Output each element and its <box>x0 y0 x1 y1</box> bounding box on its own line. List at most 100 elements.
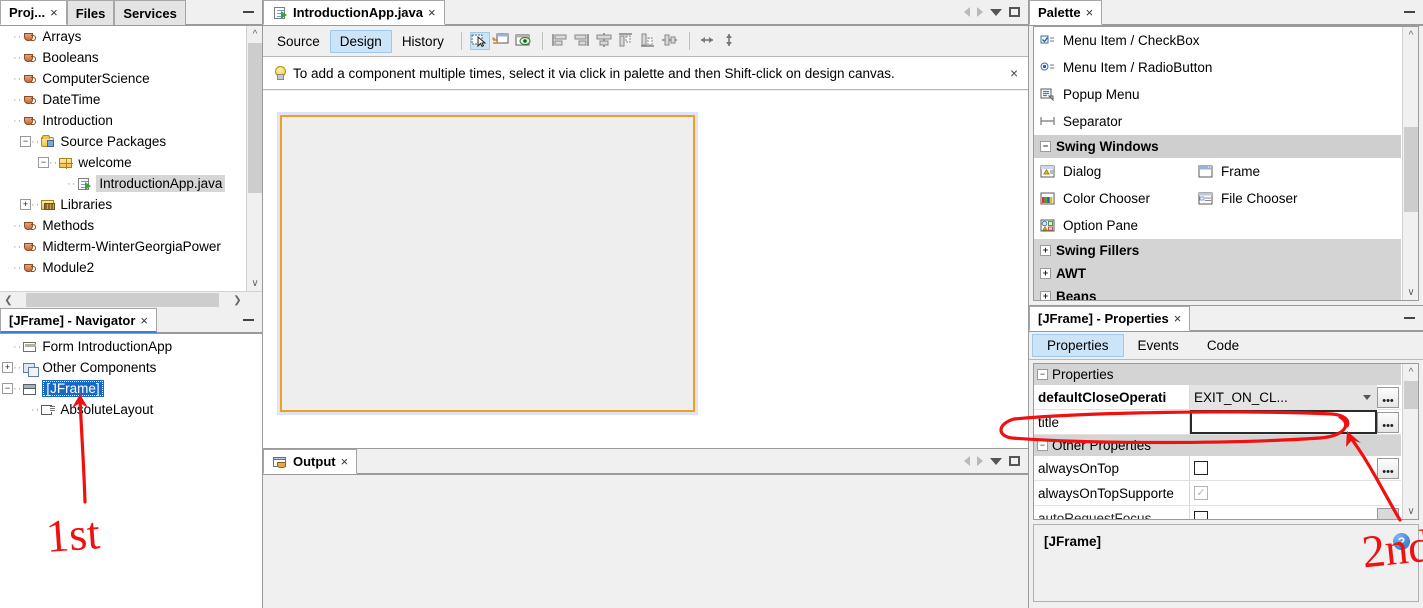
projects-tree[interactable]: ·· Arrays ·· Booleans ·· ComputerScience ·· Dat… <box>0 26 262 308</box>
tab-palette-close-icon[interactable]: × <box>1086 5 1094 20</box>
navigator-item[interactable]: + ·· Other Components <box>0 357 262 378</box>
tab-projects-close-icon[interactable]: × <box>50 5 58 20</box>
palette-item[interactable]: Menu Item / CheckBox <box>1034 27 1401 54</box>
tab-palette[interactable]: Palette × <box>1029 0 1103 25</box>
navigator-tree[interactable]: ·· Form IntroductionApp + ·· Other Component… <box>0 334 262 608</box>
tree-item[interactable]: ·· ComputerScience <box>0 68 246 89</box>
property-row[interactable]: title ••• <box>1034 410 1401 435</box>
properties-vscroll-thumb[interactable] <box>1404 381 1418 409</box>
nav-back-icon[interactable] <box>964 456 970 466</box>
property-value[interactable] <box>1190 410 1377 434</box>
tree-expand-toggle[interactable]: + <box>2 362 13 373</box>
preview-design-icon[interactable] <box>514 32 534 50</box>
tree-collapse-toggle[interactable]: − <box>20 136 31 147</box>
tree-item[interactable]: ·· Methods <box>0 215 246 236</box>
scroll-up-icon[interactable]: ^ <box>1403 364 1418 380</box>
resize-vertical-icon[interactable] <box>720 32 740 50</box>
checkbox-unchecked[interactable] <box>1194 461 1208 475</box>
palette-list[interactable]: Menu Item / CheckBox Menu Item / RadioBut… <box>1033 26 1419 301</box>
property-row[interactable]: alwaysOnTopSupporte ✓ <box>1034 481 1401 506</box>
tab-navigator-close-icon[interactable]: × <box>140 313 148 328</box>
jframe-selection-wrapper[interactable] <box>277 112 698 415</box>
property-value[interactable]: ✓ <box>1190 481 1375 505</box>
scroll-left-icon[interactable]: ❮ <box>0 292 17 308</box>
properties-minimize-icon[interactable] <box>1404 317 1415 319</box>
tab-source[interactable]: Source <box>267 30 330 53</box>
property-category[interactable]: − Properties <box>1034 364 1401 385</box>
connection-mode-icon[interactable] <box>492 32 512 50</box>
tree-collapse-toggle[interactable]: − <box>38 157 49 168</box>
checkbox-unchecked[interactable] <box>1194 511 1208 519</box>
dropdown-icon[interactable] <box>990 457 1002 465</box>
tree-item[interactable]: ·· Arrays <box>0 26 246 47</box>
tab-projects[interactable]: Proj... × <box>0 0 67 25</box>
scroll-up-icon[interactable]: ^ <box>1403 27 1418 43</box>
maximize-icon[interactable] <box>1009 456 1020 466</box>
palette-category[interactable]: − Swing Windows <box>1034 135 1401 158</box>
tree-item[interactable]: − ·· Source Packages <box>0 131 246 152</box>
nav-forward-icon[interactable] <box>977 456 983 466</box>
tree-item[interactable]: ·· IntroductionApp.java <box>0 173 246 194</box>
align-top-icon[interactable] <box>617 32 637 50</box>
property-row-clipped[interactable]: autoRequestFocus <box>1034 506 1401 519</box>
tree-item[interactable]: + ·· Libraries <box>0 194 246 215</box>
tab-files[interactable]: Files <box>66 0 115 25</box>
tree-item[interactable]: ·· Module2 <box>0 257 246 278</box>
property-category[interactable]: − Other Properties <box>1034 435 1401 456</box>
tree-expand-toggle[interactable]: + <box>20 199 31 210</box>
navigator-item[interactable]: ·· Form IntroductionApp <box>0 336 262 357</box>
nav-back-icon[interactable] <box>964 7 970 17</box>
category-expand-icon[interactable]: + <box>1040 245 1051 256</box>
editor-tab-close-icon[interactable]: × <box>428 5 436 20</box>
category-collapse-icon[interactable]: − <box>1037 440 1048 451</box>
tree-item[interactable]: ·· Introduction <box>0 110 246 131</box>
property-row[interactable]: defaultCloseOperati EXIT_ON_CL... ••• <box>1034 385 1401 410</box>
selection-mode-icon[interactable] <box>469 32 490 50</box>
navigator-item-jframe[interactable]: − ·· [JFrame] <box>0 378 262 399</box>
nav-forward-icon[interactable] <box>977 7 983 17</box>
properties-vertical-scrollbar[interactable]: ^ ∨ <box>1402 364 1418 519</box>
palette-category[interactable]: + AWT <box>1034 262 1401 285</box>
output-tab-close-icon[interactable]: × <box>341 454 349 469</box>
output-content-area[interactable] <box>263 475 1028 608</box>
property-sheet[interactable]: − Properties defaultCloseOperati EXIT_ON_CL… <box>1033 363 1419 520</box>
tab-introductionapp-java[interactable]: IntroductionApp.java × <box>263 0 445 25</box>
property-row[interactable]: alwaysOnTop ••• <box>1034 456 1401 481</box>
dropdown-icon[interactable] <box>990 8 1002 16</box>
property-value[interactable] <box>1190 456 1377 480</box>
projects-vscroll-thumb[interactable] <box>248 43 262 193</box>
navigator-minimize-icon[interactable] <box>243 319 254 321</box>
property-editor-ellipsis-button[interactable] <box>1377 508 1399 519</box>
palette-item[interactable]: Separator <box>1034 108 1401 135</box>
palette-item[interactable]: Option Pane <box>1034 212 1401 239</box>
align-center-horizontal-icon[interactable] <box>595 32 615 50</box>
palette-item[interactable]: Popup Menu <box>1034 81 1401 108</box>
tab-output[interactable]: Output × <box>263 449 358 474</box>
tab-history[interactable]: History <box>392 30 454 53</box>
projects-hscroll-thumb[interactable] <box>26 293 219 307</box>
palette-item[interactable]: File Chooser <box>1192 191 1350 206</box>
tab-navigator[interactable]: [JFrame] - Navigator × <box>0 308 158 333</box>
palette-vscroll-thumb[interactable] <box>1404 127 1418 212</box>
property-editor-ellipsis-button[interactable]: ••• <box>1377 412 1399 433</box>
palette-item[interactable]: Dialog <box>1034 164 1192 179</box>
resize-horizontal-icon[interactable] <box>698 32 718 50</box>
maximize-icon[interactable] <box>1009 7 1020 17</box>
scroll-down-icon[interactable]: ∨ <box>1403 503 1418 519</box>
align-left-icon[interactable] <box>551 32 571 50</box>
jframe-design-component[interactable] <box>280 115 695 412</box>
design-canvas[interactable] <box>263 91 1028 448</box>
scroll-up-icon[interactable]: ^ <box>247 26 262 42</box>
projects-horizontal-scrollbar[interactable]: ❮ ❯ <box>0 291 262 308</box>
projects-vertical-scrollbar[interactable]: ^ ∨ <box>246 26 262 291</box>
palette-item[interactable]: Color Chooser <box>1034 191 1192 206</box>
property-editor-ellipsis-button[interactable]: ••• <box>1377 387 1399 408</box>
tree-item[interactable]: ·· Midterm-WinterGeorgiaPower <box>0 236 246 257</box>
palette-item[interactable]: Menu Item / RadioButton <box>1034 54 1401 81</box>
property-editor-ellipsis-button[interactable]: ••• <box>1377 458 1399 479</box>
align-center-vertical-icon[interactable] <box>661 32 681 50</box>
category-expand-icon[interactable]: + <box>1040 291 1051 300</box>
tab-design[interactable]: Design <box>329 29 392 53</box>
navigator-item[interactable]: ·· AbsoluteLayout <box>0 399 262 420</box>
scroll-down-icon[interactable]: ∨ <box>1403 284 1418 300</box>
